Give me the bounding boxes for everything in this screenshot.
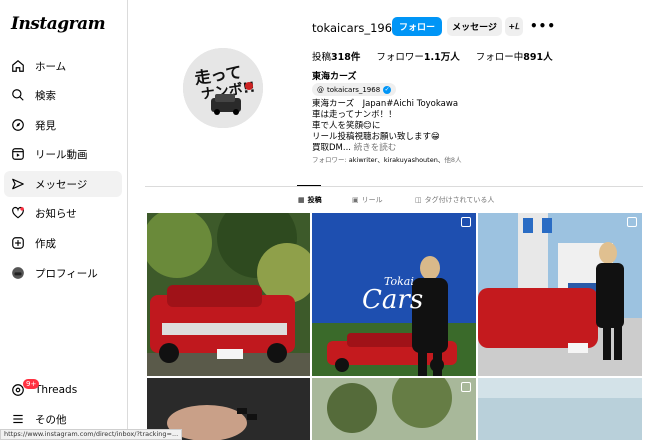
bio-more-link[interactable]: 続きを読む: [354, 143, 397, 153]
sidebar-item-label: プロフィール: [35, 267, 98, 280]
sidebar-item-search[interactable]: 検索: [4, 82, 122, 108]
sidebar-item-profile[interactable]: プロフィール: [4, 260, 122, 286]
tab-posts[interactable]: ▦ 投稿: [298, 195, 322, 205]
sidebar-item-label: その他: [35, 413, 67, 426]
reel-icon: [461, 382, 471, 392]
sidebar-item-label: お知らせ: [35, 207, 77, 220]
profile-full-name: 東海カーズ: [312, 72, 357, 82]
followed-by[interactable]: フォロワー: akiwriter、kirakuyashouten、他8人: [312, 154, 461, 164]
suggested-users-button[interactable]: +𝐿: [505, 17, 523, 36]
tag-icon: ◫: [415, 196, 422, 204]
reel-icon: [627, 217, 637, 227]
sidebar-item-label: Threads: [35, 384, 78, 396]
post-thumbnail[interactable]: [478, 213, 642, 376]
more-options-icon[interactable]: •••: [530, 19, 556, 33]
threads-profile-chip[interactable]: @ tokaicars_1968 ✓: [312, 83, 397, 96]
compass-icon: [11, 118, 25, 132]
posts-count: 投稿318件: [312, 52, 361, 63]
bio-line: 東海カーズ Japan#Aichi Toyokawa: [312, 99, 459, 109]
tab-reels[interactable]: ▣ リール: [352, 195, 383, 205]
sidebar-item-label: 発見: [35, 119, 56, 132]
reel-icon: [461, 217, 471, 227]
reels-icon: [11, 147, 25, 161]
followers-count[interactable]: フォロワー1.1万人: [376, 49, 459, 63]
instagram-logo[interactable]: Instagram: [11, 14, 106, 34]
active-tab-indicator: [297, 185, 321, 186]
sidebar-item-explore[interactable]: 発見: [4, 112, 122, 138]
notification-badge: 9+: [23, 379, 40, 389]
profile-avatar[interactable]: 走って ナンボ!!: [183, 48, 263, 128]
message-button[interactable]: メッセージ: [447, 17, 502, 36]
sidebar-item-label: ホーム: [35, 60, 67, 73]
tab-tagged[interactable]: ◫ タグ付けされている人: [415, 195, 494, 205]
verified-icon: ✓: [383, 85, 392, 94]
sidebar-item-threads[interactable]: 9+ Threads: [4, 377, 122, 403]
profile-stats: 投稿318件 フォロワー1.1万人 フォロー中891人: [312, 49, 553, 63]
watermark-text: Cars: [362, 285, 423, 315]
sidebar-item-label: 検索: [35, 89, 56, 102]
home-icon: [11, 59, 25, 73]
plus-icon: [11, 236, 25, 250]
profile-username: tokaicars_1968: [312, 21, 400, 35]
sidebar-item-label: 作成: [35, 237, 56, 250]
following-count[interactable]: フォロー中891人: [476, 49, 553, 63]
bio-line: 車は走ってナンボ！！: [312, 110, 397, 120]
search-icon: [11, 88, 25, 102]
heart-icon: [11, 206, 25, 220]
follow-button[interactable]: フォロー: [392, 17, 442, 36]
threads-icon: @: [317, 85, 324, 94]
avatar-icon: [11, 266, 25, 280]
sidebar-item-create[interactable]: 作成: [4, 230, 122, 256]
add-user-icon: +𝐿: [508, 21, 520, 31]
grid-icon: ▦: [298, 196, 305, 204]
threads-handle: tokaicars_1968: [327, 85, 381, 94]
profile-bio: 東海カーズ Japan#Aichi Toyokawa 車は走ってナンボ！！ 車で…: [312, 99, 458, 154]
bio-line: 車で人を笑顔😊に: [312, 121, 381, 131]
sidebar-item-reels[interactable]: リール動画: [4, 141, 122, 167]
post-thumbnail[interactable]: [147, 213, 310, 376]
post-thumbnail[interactable]: Cars Tokai: [312, 213, 476, 376]
send-icon: [11, 177, 25, 191]
sidebar-item-notifications[interactable]: お知らせ: [4, 200, 122, 226]
post-thumbnail[interactable]: [312, 378, 476, 440]
post-thumbnail[interactable]: [478, 378, 642, 440]
sidebar-item-messages[interactable]: メッセージ: [4, 171, 122, 197]
bio-line: 買取DM...: [312, 143, 354, 153]
watermark-small-text: Tokai: [384, 275, 414, 288]
sidebar: Instagram ホーム 検索 発見 リール動画 メッセージ お知らせ 作成 …: [0, 0, 128, 440]
browser-status-url: https://www.instagram.com/direct/inbox/?…: [0, 429, 183, 440]
menu-icon: [11, 412, 25, 426]
reels-icon: ▣: [352, 196, 359, 204]
sidebar-item-home[interactable]: ホーム: [4, 53, 122, 79]
bio-line: リール投稿視聴お願い致します😁: [312, 132, 440, 142]
tabs-divider: [145, 186, 643, 187]
sidebar-item-label: リール動画: [35, 148, 88, 161]
sidebar-item-label: メッセージ: [35, 178, 88, 191]
